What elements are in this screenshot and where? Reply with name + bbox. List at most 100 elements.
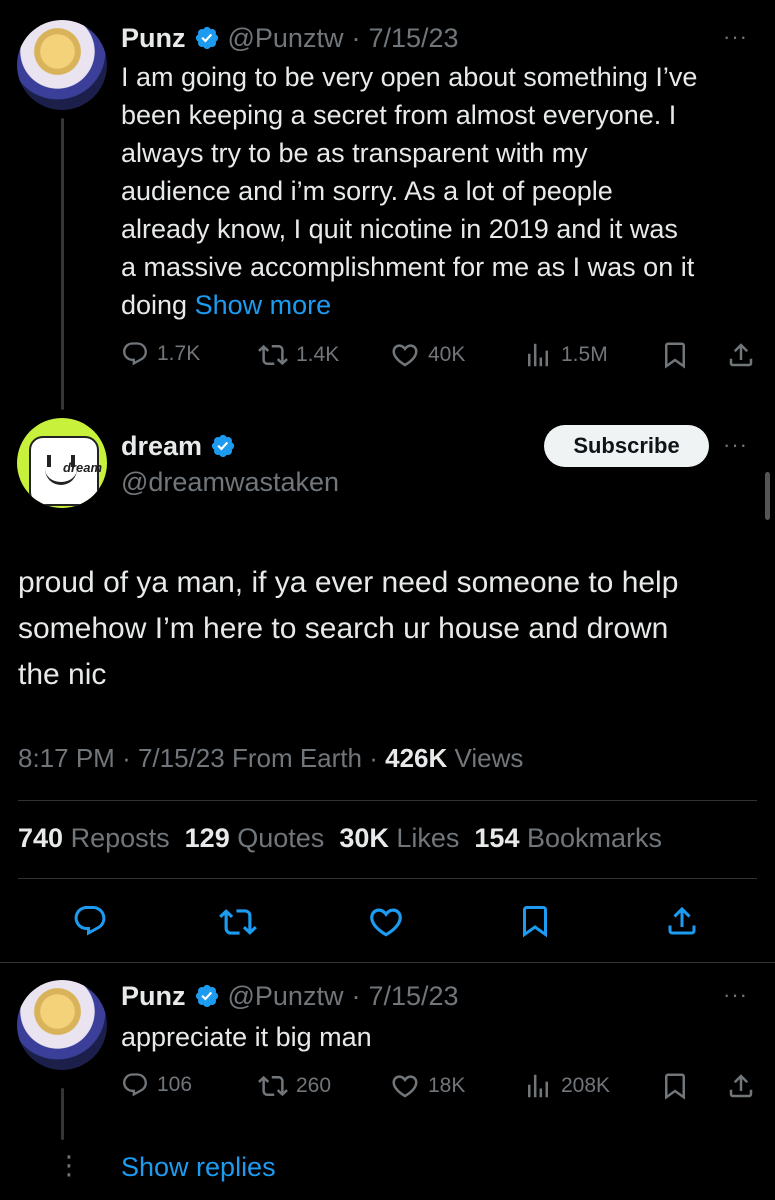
- show-replies-link[interactable]: Show replies: [121, 1152, 276, 1183]
- share-icon[interactable]: [664, 903, 700, 939]
- tweet-source: From Earth: [231, 743, 362, 773]
- repost-icon[interactable]: [219, 903, 257, 941]
- bookmarks-label: Bookmarks: [526, 823, 663, 853]
- tweet-date[interactable]: 7/15/23: [368, 23, 458, 54]
- repost-icon: [258, 340, 288, 370]
- views-count: 426K: [385, 743, 448, 773]
- repost-count: 260: [296, 1074, 332, 1097]
- subscribe-label: Subscribe: [573, 433, 680, 458]
- reply-button[interactable]: 106: [121, 1071, 192, 1099]
- divider: [18, 800, 757, 801]
- views-icon: [523, 340, 553, 370]
- main-tweet-text: proud of ya man, if ya ever need someone…: [18, 560, 758, 698]
- show-more-link[interactable]: Show more: [195, 290, 332, 320]
- reposts-count: 740: [18, 823, 64, 853]
- repost-icon: [258, 1071, 288, 1101]
- avatar-eye-left: [47, 455, 51, 467]
- dot-separator: ·: [351, 980, 361, 1011]
- more-options-icon[interactable]: ···: [723, 982, 748, 1008]
- scrollbar[interactable]: [765, 472, 770, 520]
- tweet-line: audience and i’m sorry. As a lot of peop…: [121, 176, 613, 206]
- like-count: 40K: [428, 343, 466, 366]
- dot-separator: ·: [122, 743, 131, 773]
- avatar-label: dream: [63, 460, 103, 475]
- tweet-date[interactable]: 7/15/23: [138, 743, 225, 773]
- bookmark-icon[interactable]: [660, 340, 690, 370]
- verified-badge-icon: [194, 25, 220, 51]
- likes-stat[interactable]: 30K Likes: [339, 823, 459, 853]
- like-count: 18K: [428, 1074, 466, 1097]
- verified-badge-icon: [194, 983, 220, 1009]
- repost-count: 1.4K: [296, 343, 340, 366]
- reply-icon: [121, 340, 149, 368]
- tweet-line: been keeping a secret from almost everyo…: [121, 100, 677, 130]
- bookmark-icon[interactable]: [517, 903, 553, 939]
- reposts-label: Reposts: [70, 823, 170, 853]
- views-button[interactable]: 1.5M: [523, 340, 608, 370]
- tweet-line: proud of ya man, if ya ever need someone…: [18, 566, 679, 599]
- more-options-icon[interactable]: ···: [723, 432, 748, 458]
- tweet-line: I am going to be very open about somethi…: [121, 62, 698, 92]
- thread-line: [61, 1088, 64, 1140]
- share-icon[interactable]: [726, 1071, 756, 1101]
- quotes-stat[interactable]: 129 Quotes: [185, 823, 325, 853]
- divider: [18, 878, 757, 879]
- punz-avatar[interactable]: [17, 980, 107, 1070]
- reposts-stat[interactable]: 740 Reposts: [18, 823, 170, 853]
- reply-button[interactable]: 1.7K: [121, 340, 200, 368]
- reply-icon: [121, 1071, 149, 1099]
- like-icon: [390, 1071, 420, 1101]
- dot-separator: ·: [351, 22, 361, 53]
- views-icon: [523, 1071, 553, 1101]
- likes-label: Likes: [396, 823, 460, 853]
- author-name[interactable]: Punz: [121, 981, 186, 1012]
- tweet1-text: I am going to be very open about somethi…: [121, 58, 761, 324]
- like-button[interactable]: 18K: [390, 1071, 465, 1101]
- punz-avatar[interactable]: [17, 20, 107, 110]
- author-handle[interactable]: @Punztw: [228, 981, 344, 1012]
- reply-icon[interactable]: [72, 903, 108, 939]
- author-name[interactable]: Punz: [121, 23, 186, 54]
- reply-count: 106: [157, 1073, 193, 1096]
- views-button[interactable]: 208K: [523, 1071, 610, 1101]
- tweet-line: the nic: [18, 658, 107, 691]
- reply-header: Punz @Punztw · 7/15/23: [121, 978, 459, 1014]
- dream-avatar[interactable]: dream: [17, 418, 107, 508]
- like-icon: [390, 340, 420, 370]
- bookmark-icon[interactable]: [660, 1071, 690, 1101]
- thread-line: [61, 118, 64, 410]
- main-author-name-row: dream: [121, 428, 236, 464]
- like-icon[interactable]: [367, 903, 405, 941]
- more-options-icon[interactable]: ···: [723, 24, 748, 50]
- verified-badge-icon: [210, 433, 236, 459]
- bookmarks-stat[interactable]: 154 Bookmarks: [474, 823, 662, 853]
- repost-button[interactable]: 1.4K: [258, 340, 339, 370]
- quotes-label: Quotes: [237, 823, 325, 853]
- tweet-date[interactable]: 7/15/23: [368, 981, 458, 1012]
- likes-count: 30K: [339, 823, 389, 853]
- tweet-line: a massive accomplishment for me as I was…: [121, 252, 695, 282]
- tweet-line: already know, I quit nicotine in 2019 an…: [121, 214, 678, 244]
- divider: [0, 962, 775, 963]
- views-label: Views: [454, 743, 524, 773]
- tweet-line: somehow I’m here to search ur house and …: [18, 612, 669, 645]
- tweet-line: doing: [121, 290, 188, 320]
- engagement-stats: 740 Reposts 129 Quotes 30K Likes 154 Boo…: [18, 823, 662, 854]
- reply-text: appreciate it big man: [121, 1022, 372, 1052]
- bookmarks-count: 154: [474, 823, 520, 853]
- repost-button[interactable]: 260: [258, 1071, 331, 1101]
- author-name[interactable]: dream: [121, 431, 202, 462]
- like-button[interactable]: 40K: [390, 340, 465, 370]
- tweet1-header: Punz @Punztw · 7/15/23: [121, 20, 459, 56]
- quotes-count: 129: [184, 823, 230, 853]
- tweet-time[interactable]: 8:17 PM: [18, 743, 115, 773]
- subscribe-button[interactable]: Subscribe: [544, 425, 709, 467]
- views-count: 208K: [561, 1074, 611, 1097]
- author-handle[interactable]: @dreamwastaken: [121, 467, 339, 498]
- dot-separator: ·: [369, 743, 378, 773]
- author-handle[interactable]: @Punztw: [228, 23, 344, 54]
- tweet-line: always try to be as transparent with my: [121, 138, 588, 168]
- views-count: 1.5M: [561, 343, 608, 366]
- thread-dots-icon: ⋮: [56, 1150, 82, 1180]
- share-icon[interactable]: [726, 340, 756, 370]
